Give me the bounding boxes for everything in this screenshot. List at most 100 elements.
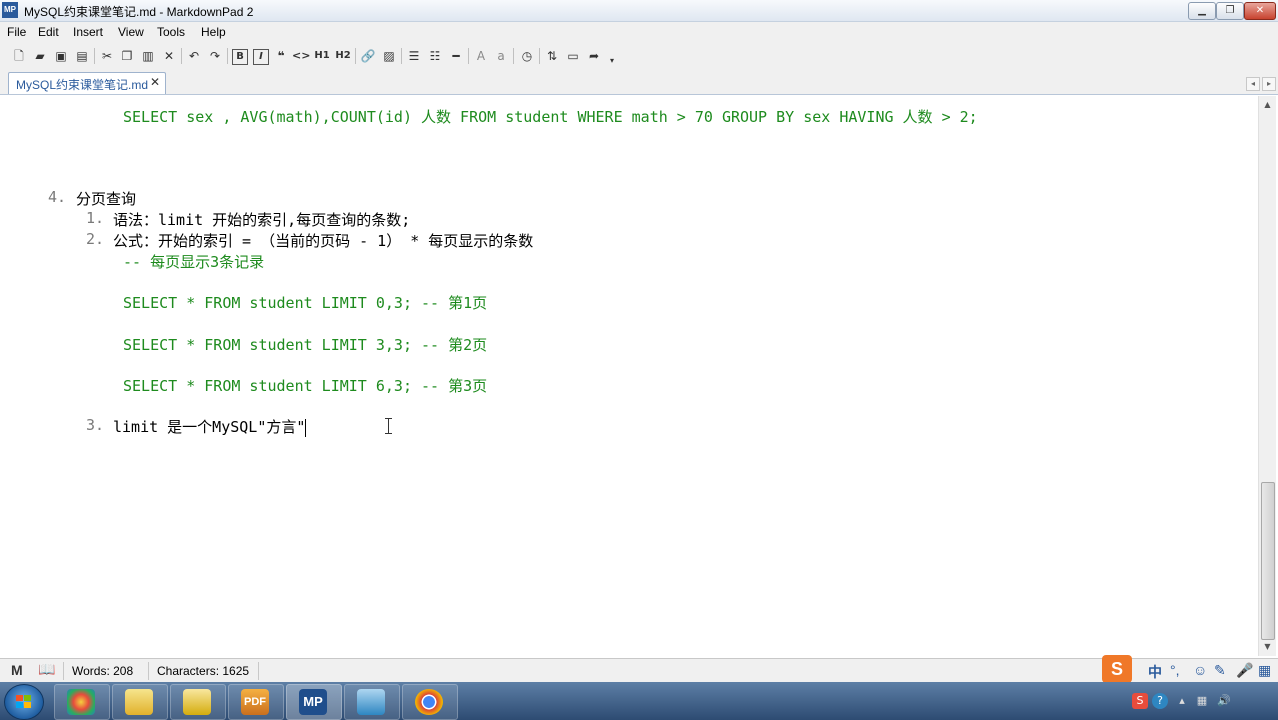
sogou-tray-icon[interactable]: S <box>1132 693 1148 709</box>
ime-handwriting-icon[interactable]: ✎ <box>1214 662 1226 679</box>
scrollbar-thumb[interactable] <box>1261 482 1275 640</box>
dolphin-icon <box>357 689 385 715</box>
font-smaller-button[interactable]: a <box>492 47 510 65</box>
taskbar-mysql-tool[interactable] <box>344 684 400 720</box>
timestamp-icon[interactable]: ◷ <box>518 47 536 65</box>
ime-emoji-icon[interactable]: ☺ <box>1193 662 1207 678</box>
ime-toolbar: S 中 °, ☺ ✎ 🎤 ▦ <box>1100 655 1278 683</box>
save-all-icon[interactable]: ▤ <box>73 47 91 65</box>
list-number: 2. <box>86 230 105 248</box>
status-separator <box>258 662 259 680</box>
save-icon[interactable]: ▣ <box>52 47 70 65</box>
menu-file[interactable]: File <box>7 25 26 39</box>
cut-icon[interactable]: ✂ <box>98 47 116 65</box>
italic-button[interactable]: I <box>253 49 269 65</box>
list-item-heading: 分页查询 <box>76 190 137 208</box>
document-tab-bar: MySQL约束课堂笔记.md ✕ ◂ ▸ <box>0 70 1278 95</box>
list-number: 1. <box>86 209 105 227</box>
code-line-page3: SELECT * FROM student LIMIT 6,3; -- 第3页 <box>123 377 488 395</box>
markdownpad-app-icon[interactable]: MP <box>2 2 18 18</box>
menu-edit[interactable]: Edit <box>38 25 59 39</box>
list-item-dialect: limit 是一个MySQL"方言" <box>113 416 307 437</box>
taskbar-explorer[interactable] <box>170 684 226 720</box>
windows-logo-icon <box>16 695 31 708</box>
ibeam-cursor-icon <box>384 418 393 434</box>
markdownpad-taskbar-icon: MP <box>299 689 327 715</box>
ime-punctuation-icon[interactable]: °, <box>1170 662 1180 678</box>
scroll-down-icon[interactable]: ▼ <box>1262 641 1273 652</box>
hyperlink-icon[interactable]: 🔗 <box>359 47 377 65</box>
word-count: Words: 208 <box>72 664 134 678</box>
status-bar: M 📖 Words: 208 Characters: 1625 S 中 °, ☺… <box>0 655 1278 683</box>
sogou-ime-logo-icon[interactable]: S <box>1102 655 1132 683</box>
toolbar-separator <box>468 48 469 64</box>
minimize-button[interactable]: ▁ <box>1188 2 1216 20</box>
preview-icon[interactable]: ▭ <box>564 47 582 65</box>
status-separator <box>148 662 149 680</box>
open-folder-icon[interactable]: ▰ <box>31 47 49 65</box>
menu-help[interactable]: Help <box>201 25 226 39</box>
toolbar-separator <box>181 48 182 64</box>
show-hidden-icons-icon[interactable]: ▴ <box>1174 693 1190 709</box>
copy-icon[interactable]: ❐ <box>118 47 136 65</box>
volume-icon[interactable]: 🔊 <box>1216 693 1232 709</box>
taskbar-chrome[interactable] <box>402 684 458 720</box>
taskbar-pdf-reader[interactable]: PDF <box>228 684 284 720</box>
delete-icon[interactable]: ✕ <box>160 47 178 65</box>
menu-insert[interactable]: Insert <box>73 25 103 39</box>
tab-scroll-right-icon[interactable]: ▸ <box>1262 77 1276 91</box>
taskbar-markdownpad[interactable]: MP <box>286 684 342 720</box>
sync-scroll-icon[interactable]: ⇅ <box>543 47 561 65</box>
font-larger-button[interactable]: A <box>472 47 490 65</box>
toolbar-separator <box>355 48 356 64</box>
menu-view[interactable]: View <box>118 25 144 39</box>
paste-icon[interactable]: ▥ <box>139 47 157 65</box>
network-icon[interactable]: ▦ <box>1194 693 1210 709</box>
quote-icon[interactable]: ❝ <box>272 47 290 65</box>
close-window-button[interactable]: ✕ <box>1244 2 1276 20</box>
taskbar-paint[interactable] <box>112 684 168 720</box>
undo-icon[interactable]: ↶ <box>185 47 203 65</box>
start-button[interactable] <box>4 684 44 720</box>
new-document-icon[interactable]: 🗋 <box>10 47 28 65</box>
menu-tools[interactable]: Tools <box>157 25 185 39</box>
text-caret <box>305 418 307 437</box>
heading2-button[interactable]: H2 <box>334 47 352 65</box>
redo-icon[interactable]: ↷ <box>206 47 224 65</box>
tab-label: MySQL约束课堂笔记.md <box>16 78 149 92</box>
code-icon[interactable]: <> <box>292 47 310 65</box>
scroll-up-icon[interactable]: ▲ <box>1262 99 1273 110</box>
ime-voice-icon[interactable]: 🎤 <box>1236 662 1253 679</box>
ordered-list-icon[interactable]: ☷ <box>426 47 444 65</box>
taskbar-media-center[interactable] <box>54 684 110 720</box>
code-comment: -- 每页显示3条记录 <box>123 253 265 271</box>
tab-scroll-left-icon[interactable]: ◂ <box>1246 77 1260 91</box>
toolbar: 🗋 ▰ ▣ ▤ ✂ ❐ ▥ ✕ ↶ ↷ B I ❝ <> H1 H2 🔗 ▨ ☰… <box>0 42 1278 70</box>
help-tray-icon[interactable]: ? <box>1152 693 1168 709</box>
unordered-list-icon[interactable]: ☰ <box>405 47 423 65</box>
book-icon[interactable]: 📖 <box>38 661 55 678</box>
export-icon[interactable]: ➦ <box>585 47 603 65</box>
toolbar-separator <box>513 48 514 64</box>
code-line-page1: SELECT * FROM student LIMIT 0,3; -- 第1页 <box>123 294 488 312</box>
horizontal-rule-icon[interactable]: ━ <box>447 47 465 65</box>
tab-close-icon[interactable]: ✕ <box>150 75 160 89</box>
toolbar-separator <box>401 48 402 64</box>
folder-icon <box>183 689 211 715</box>
list-item-dialect-text: limit 是一个MySQL"方言" <box>113 418 306 436</box>
markdown-editor[interactable]: SELECT sex , AVG(math),COUNT(id) 人数 FROM… <box>6 96 1256 656</box>
maximize-button[interactable]: ❐ <box>1216 2 1244 20</box>
vertical-scrollbar[interactable]: ▲ ▼ <box>1258 96 1276 656</box>
ime-toolbox-icon[interactable]: ▦ <box>1258 662 1271 679</box>
toolbar-overflow-icon[interactable]: ▾ <box>603 52 621 70</box>
ime-chinese-mode[interactable]: 中 <box>1148 662 1162 682</box>
tab-mysql-notes[interactable]: MySQL约束课堂笔记.md ✕ <box>8 72 166 94</box>
image-icon[interactable]: ▨ <box>380 47 398 65</box>
heading1-button[interactable]: H1 <box>313 47 331 65</box>
bold-button[interactable]: B <box>232 49 248 65</box>
title-bar: MP MySQL约束课堂笔记.md - MarkdownPad 2 ▁ ❐ ✕ <box>0 0 1278 22</box>
toolbar-separator <box>539 48 540 64</box>
markdown-mode-icon[interactable]: M <box>11 662 23 678</box>
list-item-syntax: 语法：limit 开始的索引,每页查询的条数; <box>113 211 411 229</box>
pdf-icon: PDF <box>241 689 269 715</box>
